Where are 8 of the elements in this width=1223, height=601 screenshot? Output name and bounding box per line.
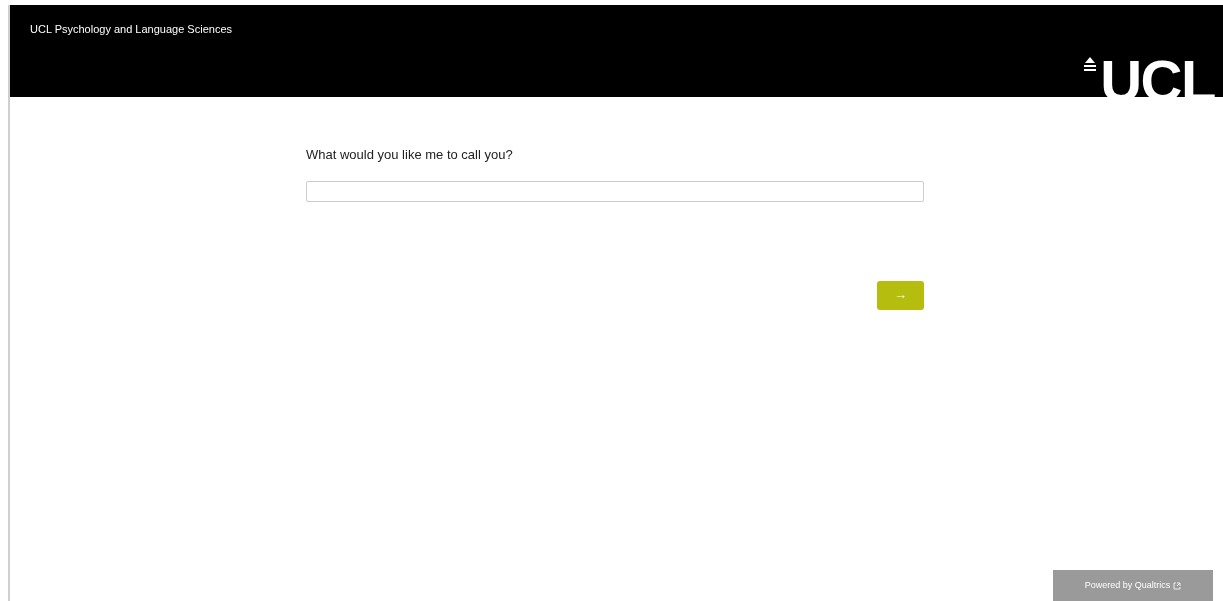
answer-field[interactable]	[306, 180, 924, 202]
portico-icon	[1084, 57, 1097, 71]
powered-by-badge[interactable]: Powered by Qualtrics	[1053, 570, 1213, 601]
next-button[interactable]: →	[877, 280, 924, 310]
external-link-icon	[1173, 581, 1182, 590]
question-text: What would you like me to call you?	[306, 146, 514, 164]
badge-text: Powered by Qualtrics	[1084, 578, 1171, 592]
site-title: UCL Psychology and Language Sciences	[30, 22, 232, 37]
